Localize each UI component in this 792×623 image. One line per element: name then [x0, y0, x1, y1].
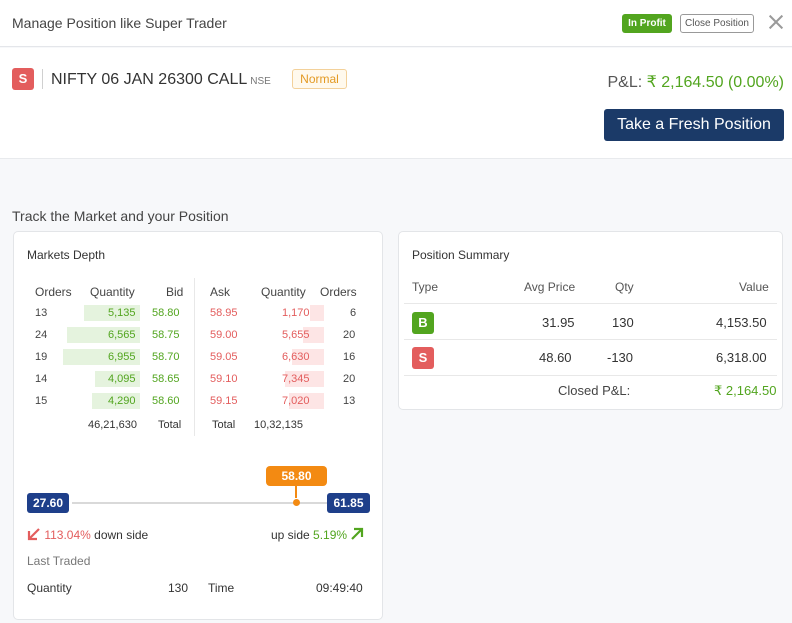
bid-total-quantity: 46,21,630 [88, 419, 137, 431]
row-divider [404, 375, 777, 376]
ltp-stem [295, 486, 297, 498]
bid-quantity: 5,135 [108, 307, 136, 319]
ask-price: 58.95 [210, 307, 238, 319]
depth-divider [194, 278, 195, 436]
ask-quantity: 7,020 [282, 395, 310, 407]
ask-orders: 6 [350, 307, 357, 319]
bid-quantity: 6,565 [108, 329, 136, 341]
range-slider-track [72, 502, 328, 504]
sell-type-badge: S [412, 347, 434, 369]
sell-qty: -130 [607, 350, 634, 365]
ask-total-label: Total [212, 419, 236, 431]
last-traded-quantity: 130 [168, 581, 189, 595]
bid-quantity: 4,095 [108, 373, 136, 385]
last-traded-label: Last Traded [27, 554, 91, 568]
ltp-dot [293, 499, 300, 506]
ask-orders-header: Orders [320, 285, 357, 299]
value-header: Value [739, 280, 769, 294]
ask-price: 59.10 [210, 373, 238, 385]
ask-quantity-bar [310, 305, 324, 321]
down-side-label: down side [94, 528, 149, 542]
up-side-percent: 5.19% [313, 528, 348, 542]
sell-avg-price: 48.60 [539, 350, 572, 365]
take-fresh-position-button[interactable]: Take a Fresh Position [604, 109, 784, 141]
market-depth-card: Markets Depth Orders Quantity Bid Ask Qu… [13, 231, 383, 620]
ask-orders: 16 [343, 351, 356, 363]
bid-quantity-header: Quantity [90, 285, 135, 299]
bid-quantity: 4,290 [108, 395, 136, 407]
last-traded-quantity-label: Quantity [27, 581, 72, 595]
instrument-panel: S NIFTY 06 JAN 26300 CALL NSE Normal P&L:… [0, 48, 792, 159]
buy-avg-price: 31.95 [542, 315, 575, 330]
sell-side-badge: S [12, 68, 34, 90]
type-header: Type [412, 280, 439, 294]
buy-qty: 130 [612, 315, 634, 330]
ask-total-quantity: 10,32,135 [254, 419, 303, 431]
sell-value: 6,318.00 [716, 350, 767, 365]
ask-orders: 13 [343, 395, 356, 407]
section-title: Track the Market and your Position [12, 208, 229, 224]
exchange-label: NSE [250, 76, 271, 87]
market-depth-title: Markets Depth [27, 248, 106, 262]
up-side-label: up side [271, 528, 310, 542]
ask-quantity: 7,345 [282, 373, 310, 385]
last-traded-time-label: Time [208, 581, 235, 595]
close-position-button[interactable]: Close Position [680, 14, 754, 33]
closed-pnl-label: Closed P&L: [558, 383, 631, 398]
ask-price: 59.05 [210, 351, 238, 363]
bid-orders: 15 [35, 395, 48, 407]
position-summary-card: Position Summary Type Avg Price Qty Valu… [398, 231, 783, 410]
arrow-up-right-icon [351, 527, 364, 540]
close-icon[interactable] [767, 13, 785, 31]
pnl-value: ₹ 2,164.50 (0.00%) [646, 74, 784, 91]
pnl-display: P&L: ₹ 2,164.50 (0.00%) [607, 72, 784, 92]
divider [42, 69, 43, 89]
ask-quantity: 6,630 [282, 351, 310, 363]
modal-header: Manage Position like Super Trader In Pro… [0, 0, 792, 47]
row-divider [404, 303, 777, 304]
last-traded-time: 09:49:40 [316, 581, 363, 595]
bid-price: 58.80 [152, 307, 180, 319]
day-high: 61.85 [327, 493, 370, 513]
day-low: 27.60 [27, 493, 69, 513]
bid-orders: 13 [35, 307, 48, 319]
bid-price: 58.60 [152, 395, 180, 407]
bid-orders: 24 [35, 329, 48, 341]
row-divider [404, 339, 777, 340]
order-type-tag: Normal [292, 69, 347, 89]
in-profit-badge: In Profit [622, 14, 672, 33]
instrument-name: NIFTY 06 JAN 26300 CALL NSE [51, 71, 271, 89]
position-summary-title: Position Summary [412, 248, 510, 262]
up-side-row: up side 5.19% [271, 527, 364, 542]
ask-orders: 20 [343, 373, 356, 385]
ask-price: 59.15 [210, 395, 238, 407]
avg-price-header: Avg Price [524, 280, 576, 294]
ask-orders: 20 [343, 329, 356, 341]
bid-price: 58.65 [152, 373, 180, 385]
buy-type-badge: B [412, 312, 434, 334]
buy-value: 4,153.50 [716, 315, 767, 330]
ask-quantity: 1,170 [282, 307, 310, 319]
qty-header: Qty [615, 280, 634, 294]
bid-total-label: Total [158, 419, 182, 431]
bid-orders: 19 [35, 351, 48, 363]
down-side-percent: 113.04% [44, 528, 91, 542]
ltp-marker: 58.80 [266, 466, 327, 486]
bid-orders-header: Orders [35, 285, 72, 299]
arrow-down-left-icon [27, 528, 40, 541]
bid-quantity: 6,955 [108, 351, 136, 363]
bid-orders: 14 [35, 373, 48, 385]
ask-quantity-header: Quantity [261, 285, 306, 299]
pnl-label: P&L: [607, 74, 643, 91]
down-side-row: 113.04% down side [27, 527, 148, 542]
ask-header: Ask [210, 285, 231, 299]
bid-header: Bid [166, 285, 184, 299]
ask-quantity: 5,655 [282, 329, 310, 341]
instrument-symbol: NIFTY 06 JAN 26300 CALL [51, 71, 248, 88]
bid-price: 58.75 [152, 329, 180, 341]
bid-price: 58.70 [152, 351, 180, 363]
modal-title: Manage Position like Super Trader [12, 15, 227, 31]
ask-price: 59.00 [210, 329, 238, 341]
closed-pnl-value: ₹ 2,164.50 [714, 383, 777, 398]
